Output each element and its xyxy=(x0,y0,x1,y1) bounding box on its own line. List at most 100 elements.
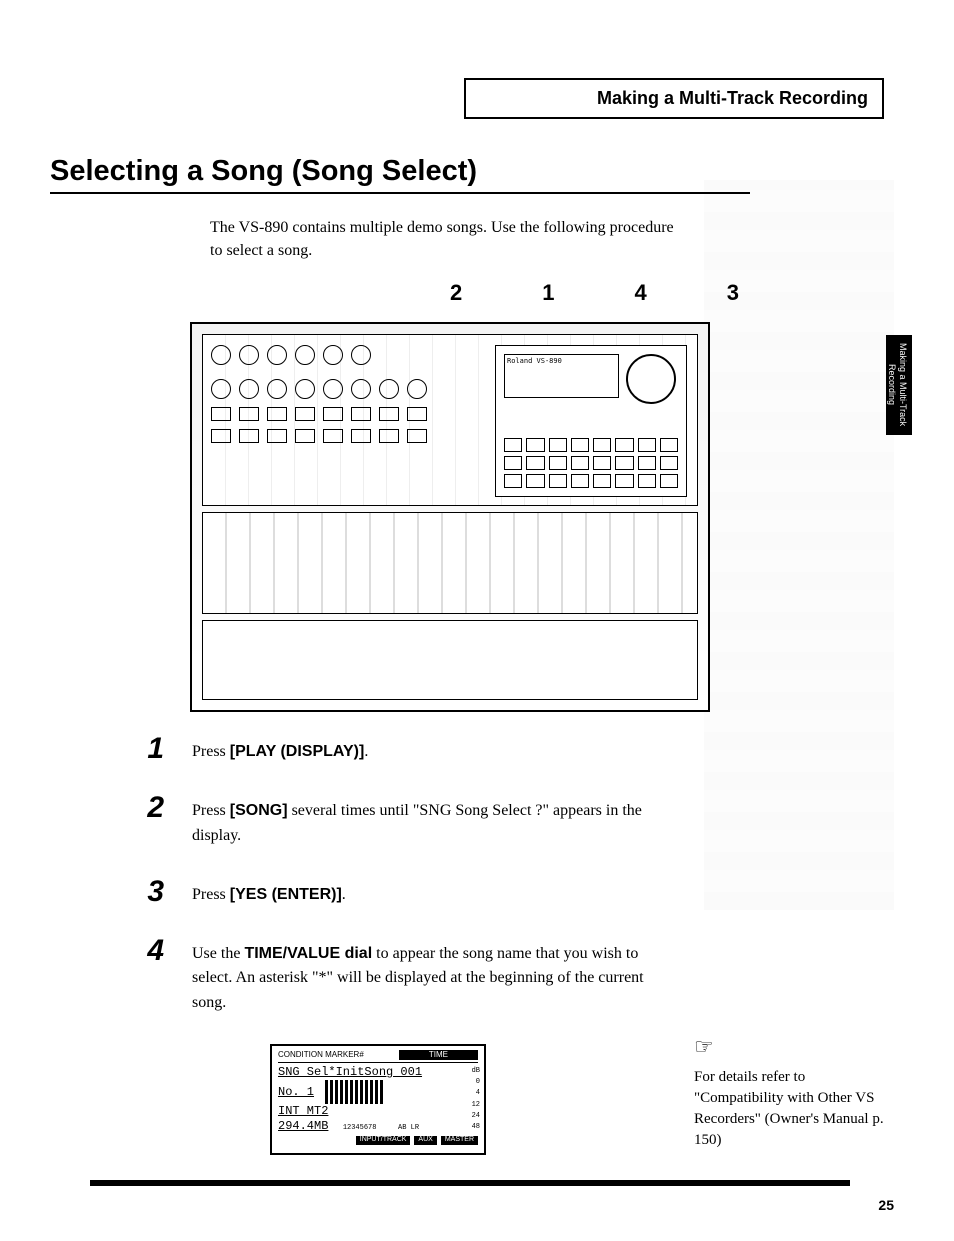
transport-button-icon xyxy=(615,456,633,470)
button-icon xyxy=(379,429,399,443)
lcd-footer-master: MASTER xyxy=(441,1136,478,1145)
transport-button-icon xyxy=(660,474,678,488)
section-header: Making a Multi-Track Recording xyxy=(464,78,884,119)
button-icon xyxy=(211,429,231,443)
step-text: Press xyxy=(192,743,230,760)
transport-button-icon xyxy=(660,438,678,452)
transport-button-icon xyxy=(615,474,633,488)
transport-button-icon xyxy=(593,456,611,470)
page-number: 25 xyxy=(878,1197,894,1213)
knob-icon xyxy=(295,379,315,399)
step-body: Press [PLAY (DISPLAY)]. xyxy=(192,734,662,765)
heading-rule xyxy=(50,192,750,194)
transport-button-icon xyxy=(504,438,522,452)
button-icon xyxy=(323,429,343,443)
step-text: Press xyxy=(192,886,230,903)
transport-button-icon xyxy=(549,474,567,488)
jog-dial-icon xyxy=(626,354,676,404)
callout-4: 4 xyxy=(635,280,647,306)
button-icon xyxy=(239,407,259,421)
note-refer-to: ☞ For details refer to "Compatibility wi… xyxy=(694,1032,894,1151)
knob-icon xyxy=(407,379,427,399)
knob-icon xyxy=(379,379,399,399)
step-body: Press [YES (ENTER)]. xyxy=(192,877,662,908)
lcd-db-scale: dB 0 4 12 24 48 xyxy=(472,1066,480,1133)
step-bold-text: TIME/VALUE dial xyxy=(244,945,372,962)
button-icon xyxy=(295,429,315,443)
diagram-callouts-row: 2 1 4 3 xyxy=(210,280,690,306)
knob-icon xyxy=(351,345,371,365)
step-text: Use the xyxy=(192,945,244,962)
lcd-meters-icon xyxy=(325,1080,385,1104)
transport-button-icon xyxy=(526,474,544,488)
button-icon xyxy=(211,407,231,421)
step-text: . xyxy=(342,886,346,903)
lcd-line-1: SNG Sel*InitSong 001 xyxy=(278,1065,478,1080)
button-icon xyxy=(267,407,287,421)
knob-icon xyxy=(239,345,259,365)
device-blank-panel xyxy=(202,620,698,700)
transport-button-icon xyxy=(526,438,544,452)
transport-button-icon xyxy=(571,474,589,488)
transport-button-icon xyxy=(549,438,567,452)
lcd-header-right: TIME xyxy=(399,1050,478,1060)
step-text: Press xyxy=(192,802,230,819)
transport-button-icon xyxy=(504,456,522,470)
transport-button-icon xyxy=(615,438,633,452)
step-bold-text: [PLAY (DISPLAY)] xyxy=(230,743,365,760)
lcd-screenshot: CONDITION MARKER# TIME SNG Sel*InitSong … xyxy=(270,1044,486,1155)
button-icon xyxy=(295,407,315,421)
step-3: 3 Press [YES (ENTER)]. xyxy=(50,877,904,908)
button-icon xyxy=(351,407,371,421)
knob-icon xyxy=(323,345,343,365)
transport-button-icon xyxy=(638,474,656,488)
transport-button-icon xyxy=(571,456,589,470)
callout-2: 2 xyxy=(450,280,462,306)
button-icon xyxy=(407,407,427,421)
knob-icon xyxy=(323,379,343,399)
transport-button-icon xyxy=(593,474,611,488)
manual-page: Making a Multi-Track Recording Making a … xyxy=(0,0,954,1241)
transport-button-icon xyxy=(660,456,678,470)
lcd-line-2: No. 1 xyxy=(278,1080,478,1104)
transport-button-icon xyxy=(638,456,656,470)
note-text: For details refer to "Compatibility with… xyxy=(694,1069,884,1148)
knob-icon xyxy=(211,379,231,399)
lcd-line-3: INT MT2 xyxy=(278,1104,478,1119)
device-illustration: Roland VS-890 xyxy=(190,322,710,712)
device-control-section: Roland VS-890 xyxy=(495,345,687,497)
transport-button-icon xyxy=(526,456,544,470)
lcd-footer-aux: AUX xyxy=(414,1136,436,1145)
bottom-rule xyxy=(90,1180,850,1186)
transport-button-icon xyxy=(571,438,589,452)
knob-icon xyxy=(267,345,287,365)
button-icon xyxy=(239,429,259,443)
lcd-line-4: 294.4MB 12345678 AB LR xyxy=(278,1119,478,1134)
step-body: Press [SONG] several times until "SNG So… xyxy=(192,793,662,849)
step-number: 3 xyxy=(140,877,164,907)
knob-icon xyxy=(239,379,259,399)
pointing-hand-icon: ☞ xyxy=(694,1032,894,1063)
step-number: 1 xyxy=(140,734,164,764)
knob-icon xyxy=(295,345,315,365)
steps-list: 1 Press [PLAY (DISPLAY)]. 2 Press [SONG] se… xyxy=(50,734,904,1016)
button-icon xyxy=(351,429,371,443)
device-fader-panel xyxy=(202,512,698,614)
step-4: 4 Use the TIME/VALUE dial to appear the s… xyxy=(50,936,904,1016)
transport-button-icon xyxy=(638,438,656,452)
transport-button-icon xyxy=(549,456,567,470)
step-number: 2 xyxy=(140,793,164,823)
knob-icon xyxy=(351,379,371,399)
intro-paragraph: The VS-890 contains multiple demo songs.… xyxy=(210,216,690,262)
step-number: 4 xyxy=(140,936,164,966)
side-tab: Making a Multi-Track Recording xyxy=(886,335,912,435)
button-icon xyxy=(379,407,399,421)
button-icon xyxy=(323,407,343,421)
lcd-header-left: CONDITION MARKER# xyxy=(278,1050,399,1060)
device-lcd: Roland VS-890 xyxy=(504,354,619,398)
lcd-footer-inputtrack: INPUT/TRACK xyxy=(356,1136,411,1145)
transport-button-icon xyxy=(593,438,611,452)
callout-3: 3 xyxy=(727,280,739,306)
step-body: Use the TIME/VALUE dial to appear the so… xyxy=(192,936,662,1016)
step-bold-text: [YES (ENTER)] xyxy=(230,886,342,903)
